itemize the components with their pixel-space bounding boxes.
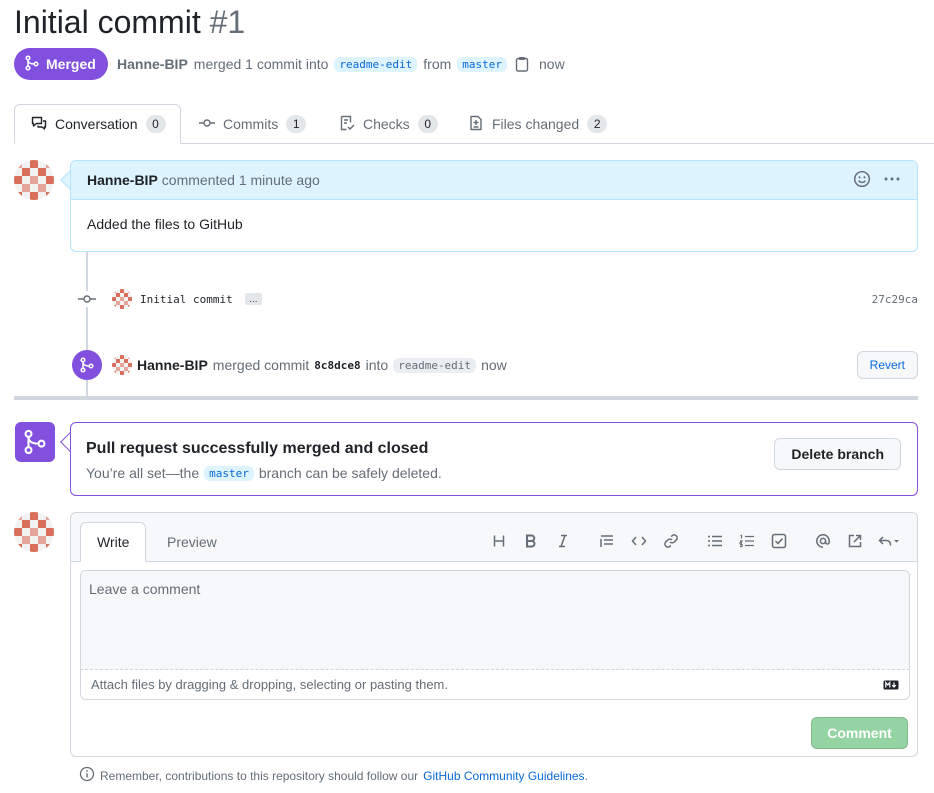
tab-write[interactable]: Write: [80, 522, 147, 562]
merge-sub-after: branch can be safely deleted.: [258, 465, 442, 481]
comment-textarea[interactable]: Leave a comment: [80, 570, 910, 670]
comment-box: Hanne-BIP commented 1 minute ago Added t…: [70, 160, 918, 252]
merge-sub-before: You’re all set—the: [86, 465, 200, 481]
tab-preview[interactable]: Preview: [151, 522, 233, 562]
cross-reference-icon[interactable]: [839, 529, 871, 553]
merge-subtext: You’re all set—the master branch can be …: [86, 465, 442, 481]
merged-state-badge: Merged: [14, 48, 108, 80]
comment-header: Hanne-BIP commented 1 minute ago: [71, 161, 917, 200]
pr-author-link[interactable]: Hanne-BIP: [117, 56, 188, 72]
expand-commit-button[interactable]: …: [244, 293, 262, 305]
italic-icon[interactable]: [547, 529, 579, 553]
comment-editor: Write Preview Leave a comment Attach fil…: [70, 512, 918, 757]
tab-conversation[interactable]: Conversation 0: [14, 104, 181, 144]
git-commit-icon: [199, 115, 215, 134]
community-guidelines-link[interactable]: GitHub Community Guidelines: [423, 769, 584, 783]
merge-author[interactable]: Hanne-BIP: [137, 357, 208, 373]
timeline-separator: [14, 396, 918, 400]
tab-counter: 0: [145, 115, 166, 133]
git-merge-icon: [24, 54, 40, 74]
merged-text: merged 1 commit into: [193, 56, 329, 72]
avatar[interactable]: [112, 355, 132, 375]
contribution-note: Remember, contributions to this reposito…: [79, 766, 588, 785]
comment-author[interactable]: Hanne-BIP: [87, 172, 158, 188]
tab-counter: 2: [587, 115, 608, 133]
merge-status-box: Pull request successfully merged and clo…: [70, 422, 918, 496]
avatar[interactable]: [14, 512, 54, 552]
comment-action: commented 1 minute ago: [161, 172, 320, 188]
task-list-icon[interactable]: [763, 529, 795, 553]
tab-label: Checks: [363, 116, 410, 132]
tab-checks[interactable]: Checks 0: [323, 104, 454, 144]
bold-icon[interactable]: [515, 529, 547, 553]
checklist-icon: [339, 115, 355, 134]
pr-time: now: [539, 56, 565, 72]
git-merge-icon: [72, 350, 102, 380]
note-text: Remember, contributions to this reposito…: [100, 768, 419, 783]
markdown-toolbar: [483, 529, 907, 553]
tab-label: Files changed: [492, 116, 580, 132]
merge-commit-sha[interactable]: 8c8dce8: [314, 359, 360, 372]
delete-branch-button[interactable]: Delete branch: [774, 438, 901, 470]
tab-counter: 1: [286, 115, 307, 133]
kebab-horizontal-icon[interactable]: [883, 171, 901, 190]
file-diff-icon: [468, 115, 484, 134]
merged-event: Hanne-BIP merged commit 8c8dce8 into rea…: [72, 349, 918, 381]
quote-icon[interactable]: [591, 529, 623, 553]
comment-body: Added the files to GitHub: [87, 216, 243, 232]
attach-files-text: Attach files by dragging & dropping, sel…: [91, 677, 448, 692]
avatar[interactable]: [112, 289, 132, 309]
revert-button[interactable]: Revert: [856, 351, 918, 379]
unordered-list-icon[interactable]: [699, 529, 731, 553]
merge-branch[interactable]: readme-edit: [393, 357, 477, 373]
mention-icon[interactable]: [807, 529, 839, 553]
comment-discussion-icon: [31, 115, 47, 134]
reply-icon[interactable]: [871, 529, 907, 553]
markdown-icon[interactable]: [883, 680, 899, 690]
copy-icon[interactable]: [515, 56, 529, 72]
tab-label: Conversation: [55, 116, 138, 132]
ordered-list-icon[interactable]: [731, 529, 763, 553]
into-text: into: [365, 357, 389, 373]
commit-message-link[interactable]: Initial commit: [140, 293, 233, 306]
submit-comment-button[interactable]: Comment: [811, 717, 908, 749]
git-merge-icon: [15, 422, 55, 462]
tab-label: Commits: [223, 116, 279, 132]
tab-counter: 0: [417, 115, 438, 133]
pr-number: #1: [209, 4, 246, 40]
commit-sha-link[interactable]: 27c29ca: [872, 293, 918, 306]
head-branch[interactable]: master: [457, 56, 508, 72]
base-branch[interactable]: readme-edit: [334, 56, 418, 72]
heading-icon[interactable]: [483, 529, 515, 553]
link-icon[interactable]: [655, 529, 687, 553]
pr-title: Initial commit #1: [14, 2, 245, 42]
attach-files-bar[interactable]: Attach files by dragging & dropping, sel…: [80, 670, 910, 700]
merge-time: now: [481, 357, 507, 373]
merge-heading: Pull request successfully merged and clo…: [86, 440, 429, 457]
tab-commits[interactable]: Commits 1: [183, 104, 322, 144]
tab-files-changed[interactable]: Files changed 2: [452, 104, 623, 144]
git-commit-icon: [78, 291, 96, 307]
info-icon: [79, 766, 95, 785]
code-icon[interactable]: [623, 529, 655, 553]
smiley-icon[interactable]: [853, 170, 871, 191]
deletable-branch[interactable]: master: [204, 465, 254, 481]
pr-meta: Hanne-BIP merged 1 commit into readme-ed…: [117, 54, 565, 74]
avatar[interactable]: [14, 160, 54, 200]
pr-title-text: Initial commit: [14, 4, 201, 40]
from-text: from: [423, 56, 452, 72]
commit-row: Initial commit … 27c29ca: [78, 288, 918, 310]
note-end: .: [584, 768, 588, 783]
merge-text: merged commit: [212, 357, 310, 373]
state-label: Merged: [46, 56, 96, 72]
